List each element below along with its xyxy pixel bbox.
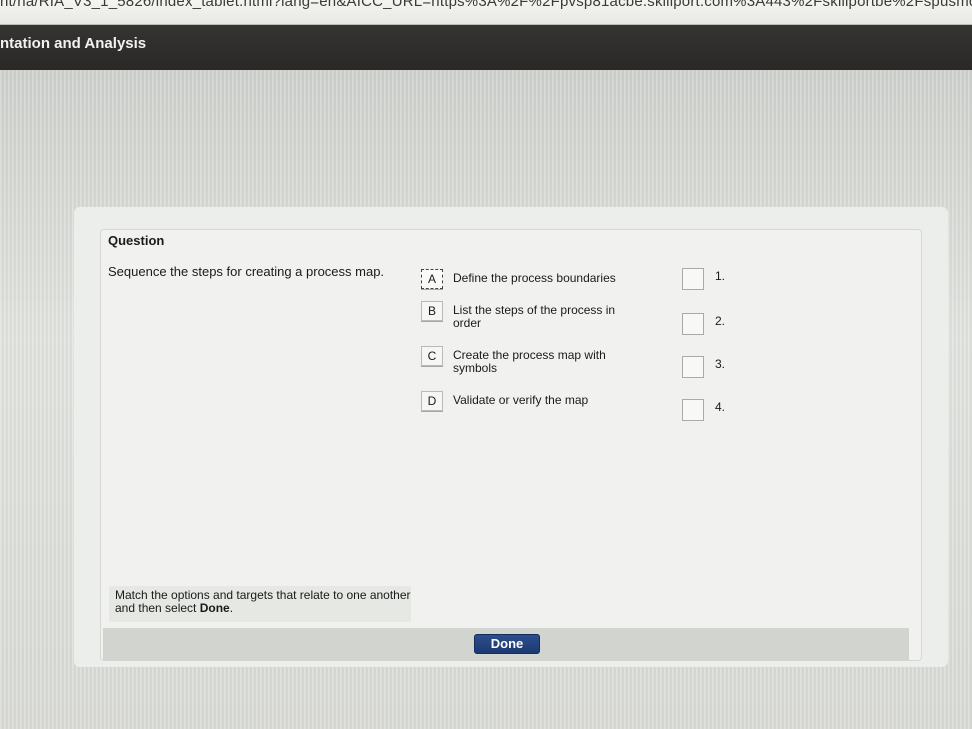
address-url: nt/na/RIA_V3_1_5826/index_tablet.html?la… [0, 0, 972, 10]
option-letter-a[interactable]: A [421, 269, 443, 289]
browser-address-bar[interactable]: nt/na/RIA_V3_1_5826/index_tablet.html?la… [0, 0, 972, 25]
target-number-2: 2. [715, 314, 726, 328]
option-letter-d[interactable]: D [421, 391, 443, 411]
target-number-3: 3. [715, 357, 726, 371]
option-label-c: Create the process map with symbols [453, 348, 606, 375]
target-number-1: 1. [715, 269, 726, 283]
course-title: ntation and Analysis [0, 35, 147, 52]
instructions-done-word: Done [199, 601, 230, 615]
option-label-d: Validate or verify the map [453, 393, 589, 407]
course-header: ntation and Analysis [0, 25, 972, 70]
option-letter-b[interactable]: B [421, 301, 443, 321]
target-number-4: 4. [715, 400, 726, 414]
target-drop-box-4[interactable] [682, 399, 704, 421]
target-drop-box-3[interactable] [682, 356, 704, 378]
question-text: Sequence the steps for creating a proces… [108, 264, 385, 279]
done-button[interactable]: Done [474, 634, 540, 654]
option-label-b: List the steps of the process in order [453, 303, 616, 330]
target-drop-box-1[interactable] [682, 268, 704, 290]
target-drop-box-2[interactable] [682, 313, 704, 335]
instructions-text: Match the options and targets that relat… [115, 588, 411, 615]
option-label-a: Define the process boundaries [453, 271, 616, 285]
question-heading: Question [108, 233, 165, 248]
instructions-box: Match the options and targets that relat… [109, 586, 411, 622]
option-letter-c[interactable]: C [421, 346, 443, 366]
instructions-period: . [229, 601, 234, 615]
